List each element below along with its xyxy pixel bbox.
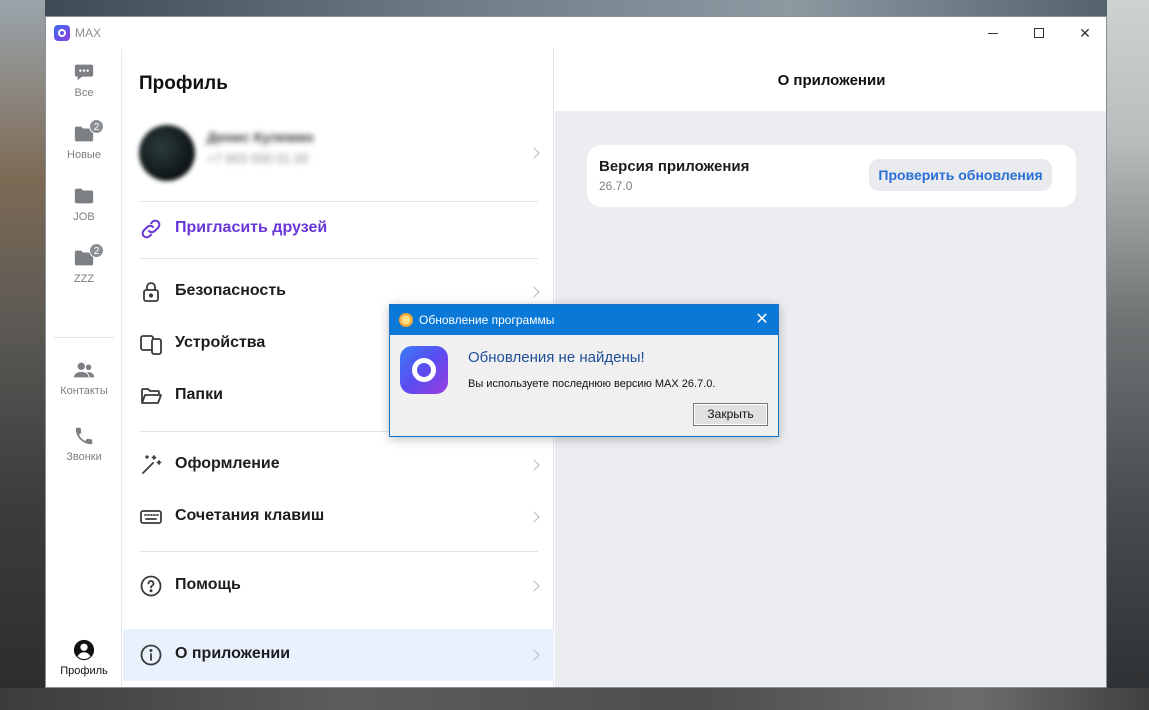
divider <box>139 258 538 259</box>
menu-label: О приложении <box>175 645 291 662</box>
folder-icon: 2 <box>73 243 104 269</box>
minimize-icon <box>988 32 998 34</box>
info-icon <box>140 644 162 666</box>
version-label: Версия приложения <box>599 158 750 175</box>
close-button[interactable]: ✕ <box>1062 17 1106 49</box>
folder-icon: 2 <box>73 119 104 145</box>
phone-icon <box>75 427 93 445</box>
chevron-right-icon <box>528 580 540 592</box>
dialog-close-button[interactable]: Закрыть <box>693 403 768 426</box>
rail-item-zzz[interactable]: 2 ZZZ <box>46 243 122 303</box>
rail-item-profile[interactable]: Профиль <box>46 639 122 687</box>
menu-label: Пригласить друзей <box>175 219 328 236</box>
menu-label: Безопасность <box>175 282 286 299</box>
chevron-right-icon <box>528 147 540 159</box>
avatar <box>139 125 195 181</box>
keyboard-icon <box>140 510 162 524</box>
help-item[interactable]: Помощь <box>123 560 554 612</box>
rail-label: Контакты <box>60 385 108 397</box>
unread-badge: 2 <box>89 243 104 258</box>
chat-icon <box>74 64 94 81</box>
check-updates-button[interactable]: Проверить обновления <box>869 159 1052 191</box>
window-titlebar[interactable]: MAX ✕ <box>46 17 1106 49</box>
folder-open-icon <box>141 388 162 404</box>
rail-item-new[interactable]: 2 Новые <box>46 119 122 179</box>
profile-name: Денис Кулемин <box>207 129 314 145</box>
rail-label: Профиль <box>60 665 108 677</box>
unread-badge: 2 <box>89 119 104 134</box>
chevron-right-icon <box>528 511 540 523</box>
help-icon <box>140 575 162 597</box>
divider <box>139 201 538 202</box>
desktop-wallpaper-bottom <box>0 688 1149 710</box>
link-icon <box>141 219 161 239</box>
version-number: 26.7.0 <box>599 179 633 193</box>
appearance-item[interactable]: Оформление <box>123 439 554 491</box>
rail-item-contacts[interactable]: Контакты <box>46 359 122 415</box>
rail-label: Все <box>74 87 94 99</box>
invite-friends-item[interactable]: Пригласить друзей <box>123 203 554 255</box>
menu-label: Папки <box>175 386 223 403</box>
rail-label: Новые <box>67 149 101 161</box>
page-title: Профиль <box>139 73 228 94</box>
dialog-message: Вы используете последнюю версию MAX 26.7… <box>468 378 716 390</box>
close-icon: ✕ <box>1079 24 1091 41</box>
rail-item-job[interactable]: JOB <box>46 185 122 241</box>
divider <box>139 551 538 552</box>
content-title: О приложении <box>777 72 886 89</box>
desktop-wallpaper-top <box>45 0 1107 16</box>
rail-divider <box>54 337 114 338</box>
desktop-wallpaper-left <box>0 0 45 710</box>
dialog-close-icon[interactable]: ✕ <box>752 310 772 330</box>
maximize-icon <box>1034 28 1044 38</box>
rail-label: Звонки <box>66 451 102 463</box>
folder-icon <box>74 188 94 204</box>
app-logo-icon <box>54 25 70 41</box>
max-logo-icon <box>400 346 448 394</box>
menu-label: Устройства <box>175 334 266 351</box>
minimize-button[interactable] <box>970 17 1016 49</box>
rail-label: JOB <box>73 211 95 223</box>
navigation-rail: Все 2 Новые JOB 2 ZZZ Контакты Звонки Пр… <box>46 49 122 687</box>
about-item[interactable]: О приложении <box>123 629 554 681</box>
dialog-titlebar[interactable]: Обновление программы ✕ <box>390 305 778 335</box>
update-dialog: Обновление программы ✕ Обновления не най… <box>389 304 779 437</box>
profile-phone: +7 903 000 01 00 <box>207 151 309 166</box>
devices-icon <box>140 335 162 355</box>
profile-icon <box>73 639 95 661</box>
profile-card[interactable]: Денис Кулемин +7 903 000 01 00 <box>123 121 554 193</box>
menu-label: Помощь <box>175 576 241 593</box>
dialog-heading: Обновления не найдены! <box>468 349 645 366</box>
version-card: Версия приложения 26.7.0 Проверить обнов… <box>587 145 1076 207</box>
chevron-right-icon <box>528 459 540 471</box>
rail-item-calls[interactable]: Звонки <box>46 425 122 481</box>
desktop-wallpaper-right <box>1107 0 1149 710</box>
rail-label: ZZZ <box>73 273 95 285</box>
menu-label: Сочетания клавиш <box>175 507 325 524</box>
lock-icon <box>143 282 159 302</box>
chevron-right-icon <box>528 649 540 661</box>
rail-item-all[interactable]: Все <box>46 61 122 117</box>
app-title: MAX <box>75 26 102 40</box>
maximize-button[interactable] <box>1016 17 1062 49</box>
content-header: О приложении <box>555 49 1106 111</box>
dialog-title: Обновление программы <box>419 313 555 327</box>
contacts-icon <box>73 362 95 378</box>
menu-label: Оформление <box>175 455 280 472</box>
update-sun-icon <box>399 313 413 327</box>
magic-wand-icon <box>142 455 162 474</box>
chevron-right-icon <box>528 286 540 298</box>
shortcuts-item[interactable]: Сочетания клавиш <box>123 491 554 543</box>
